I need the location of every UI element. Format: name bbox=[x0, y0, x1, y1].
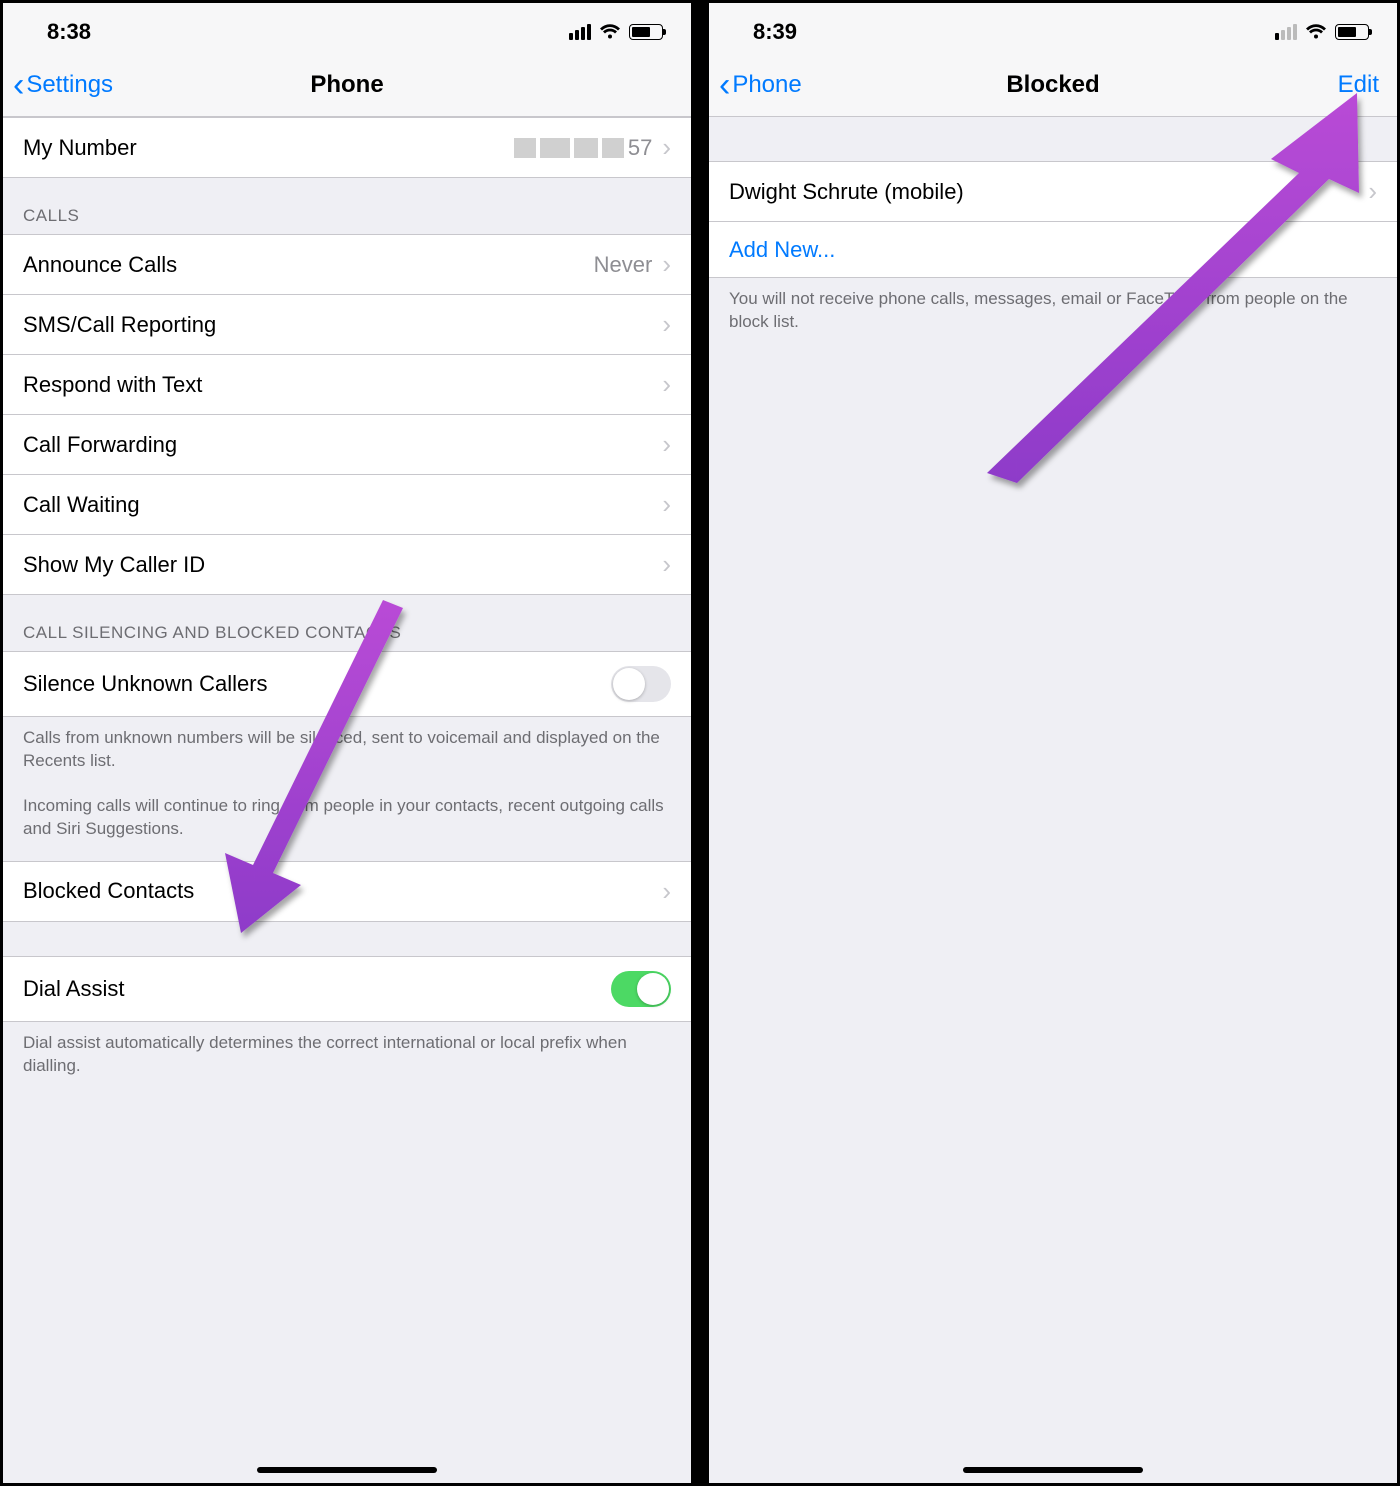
nav-title: Phone bbox=[310, 71, 383, 99]
respond-with-text-row[interactable]: Respond with Text › bbox=[3, 355, 691, 415]
dial-assist-toggle[interactable] bbox=[611, 971, 671, 1007]
chevron-right-icon: › bbox=[662, 249, 671, 280]
calls-section-header: CALLS bbox=[3, 178, 691, 234]
silence-note-1: Calls from unknown numbers will be silen… bbox=[3, 717, 691, 783]
my-number-row[interactable]: My Number 57 › bbox=[3, 117, 691, 178]
nav-bar: ‹ Settings Phone bbox=[3, 53, 691, 117]
battery-icon bbox=[629, 24, 663, 40]
cellular-signal-icon bbox=[569, 24, 591, 40]
home-indicator[interactable] bbox=[257, 1467, 437, 1473]
call-waiting-row[interactable]: Call Waiting › bbox=[3, 475, 691, 535]
cellular-signal-icon bbox=[1275, 24, 1297, 40]
chevron-right-icon: › bbox=[662, 489, 671, 520]
right-screenshot: 8:39 ‹ Phone Blocked Edit Dwight Schrute… bbox=[709, 3, 1397, 1483]
chevron-right-icon: › bbox=[662, 309, 671, 340]
wifi-icon bbox=[599, 24, 621, 40]
wifi-icon bbox=[1305, 24, 1327, 40]
blocked-note: You will not receive phone calls, messag… bbox=[709, 278, 1397, 344]
blocked-entry-row[interactable]: Dwight Schrute (mobile) › bbox=[709, 161, 1397, 222]
chevron-right-icon: › bbox=[662, 876, 671, 907]
my-number-label: My Number bbox=[23, 135, 514, 161]
show-caller-id-row[interactable]: Show My Caller ID › bbox=[3, 535, 691, 595]
chevron-right-icon: › bbox=[662, 429, 671, 460]
chevron-right-icon: › bbox=[1368, 176, 1377, 207]
edit-button[interactable]: Edit bbox=[1338, 71, 1379, 99]
chevron-right-icon: › bbox=[662, 369, 671, 400]
chevron-right-icon: › bbox=[662, 132, 671, 163]
redacted-number bbox=[514, 138, 624, 158]
silence-unknown-toggle[interactable] bbox=[611, 666, 671, 702]
nav-title: Blocked bbox=[1006, 71, 1099, 99]
status-bar: 8:38 bbox=[3, 3, 691, 53]
call-forwarding-row[interactable]: Call Forwarding › bbox=[3, 415, 691, 475]
left-screenshot: 8:38 ‹ Settings Phone My Number 57 › CAL… bbox=[3, 3, 691, 1483]
blocked-contacts-row[interactable]: Blocked Contacts › bbox=[3, 861, 691, 922]
silence-note-2: Incoming calls will continue to ring fro… bbox=[3, 783, 691, 861]
status-time: 8:39 bbox=[753, 19, 797, 45]
silence-unknown-row[interactable]: Silence Unknown Callers bbox=[3, 651, 691, 717]
chevron-right-icon: › bbox=[662, 549, 671, 580]
back-label: Phone bbox=[732, 71, 801, 99]
dial-assist-row[interactable]: Dial Assist bbox=[3, 956, 691, 1022]
silencing-section-header: CALL SILENCING AND BLOCKED CONTACTS bbox=[3, 595, 691, 651]
battery-icon bbox=[1335, 24, 1369, 40]
sms-call-reporting-row[interactable]: SMS/Call Reporting › bbox=[3, 295, 691, 355]
back-button[interactable]: ‹ Phone bbox=[719, 68, 802, 102]
announce-calls-row[interactable]: Announce Calls Never › bbox=[3, 234, 691, 295]
back-button[interactable]: ‹ Settings bbox=[13, 68, 113, 102]
back-label: Settings bbox=[26, 71, 113, 99]
status-time: 8:38 bbox=[47, 19, 91, 45]
status-bar: 8:39 bbox=[709, 3, 1397, 53]
add-new-row[interactable]: Add New... bbox=[709, 222, 1397, 278]
chevron-left-icon: ‹ bbox=[13, 68, 24, 102]
chevron-left-icon: ‹ bbox=[719, 68, 730, 102]
dial-assist-note: Dial assist automatically determines the… bbox=[3, 1022, 691, 1088]
my-number-suffix: 57 bbox=[628, 135, 652, 161]
home-indicator[interactable] bbox=[963, 1467, 1143, 1473]
nav-bar: ‹ Phone Blocked Edit bbox=[709, 53, 1397, 117]
